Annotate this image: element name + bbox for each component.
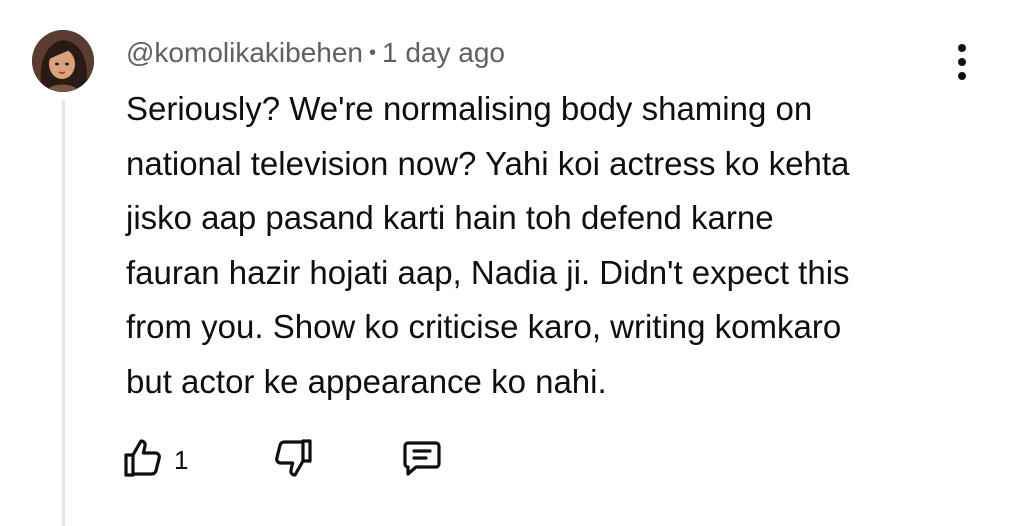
comment-meta: @komolikakibehen • 1 day ago bbox=[126, 34, 505, 72]
thumbs-down-icon bbox=[268, 434, 316, 487]
comment-text-line: fauran hazir hojati aap, Nadia ji. Didn'… bbox=[126, 253, 850, 291]
avatar-illustration bbox=[32, 30, 94, 92]
comment-text-line: from you. Show ko criticise karo, writin… bbox=[126, 308, 842, 345]
like-count: 1 bbox=[174, 444, 189, 475]
comment-time[interactable]: 1 day ago bbox=[382, 37, 505, 68]
comment-icon bbox=[398, 434, 446, 487]
meta-separator: • bbox=[369, 42, 377, 64]
reply-button[interactable] bbox=[398, 430, 446, 490]
comment-card: @komolikakibehen • 1 day ago Seriously? We… bbox=[0, 0, 1024, 526]
comment-text-line: but actor ke appearance ko nahi. bbox=[126, 362, 607, 400]
avatar[interactable] bbox=[32, 30, 94, 92]
dislike-button[interactable] bbox=[268, 430, 316, 490]
comment-text-line: jisko aap pasand karti hain toh defend k… bbox=[126, 199, 774, 236]
comment-text: Seriously? We're normalising body shamin… bbox=[126, 82, 986, 409]
author-handle[interactable]: @komolikakibehen bbox=[126, 37, 363, 68]
like-button[interactable]: 1 bbox=[120, 430, 188, 490]
comment-text-line: Seriously? We're normalising body shamin… bbox=[126, 90, 813, 127]
more-vert-icon bbox=[958, 44, 966, 80]
comment-text-line: national television now? Yahi koi actres… bbox=[126, 144, 850, 182]
thread-line bbox=[62, 100, 65, 526]
thumbs-up-icon bbox=[120, 434, 168, 487]
more-options-button[interactable] bbox=[944, 38, 980, 86]
